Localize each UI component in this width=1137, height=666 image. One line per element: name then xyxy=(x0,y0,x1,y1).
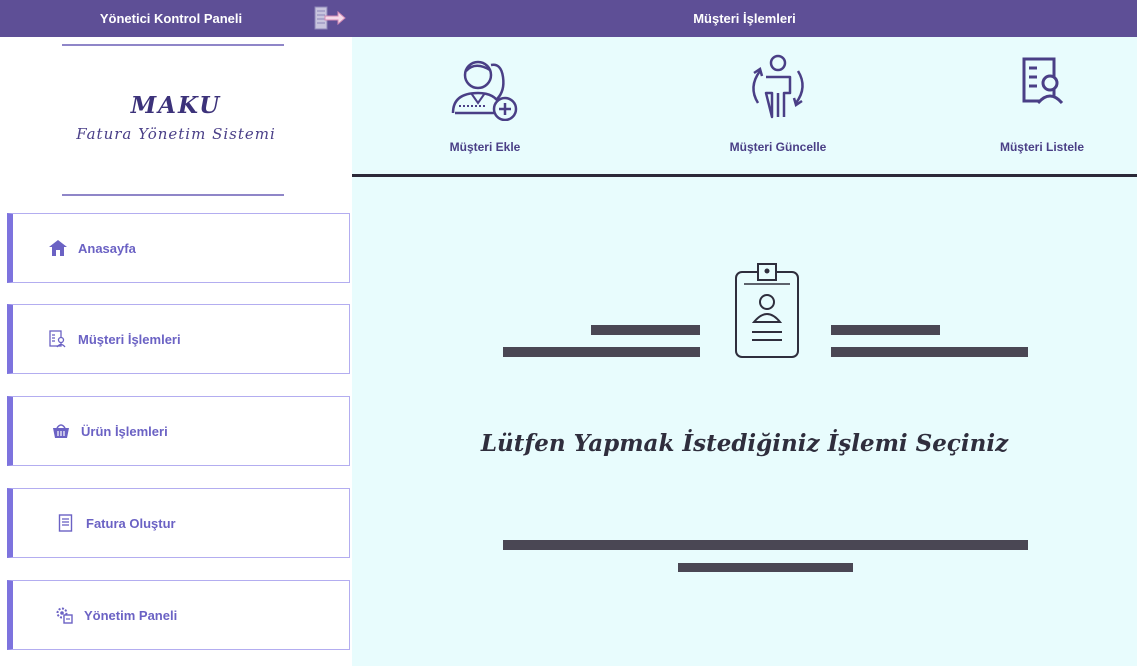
decor-line xyxy=(831,347,1028,357)
home-icon xyxy=(48,238,68,258)
sidebar-item-label: Müşteri İşlemleri xyxy=(78,331,181,347)
sidebar-item-label: Anasayfa xyxy=(78,240,136,256)
sidebar-item-urun-islemleri[interactable]: Ürün İşlemleri xyxy=(7,396,350,466)
decor-line xyxy=(503,540,1028,550)
sidebar-item-label: Ürün İşlemleri xyxy=(81,423,168,439)
decor-line xyxy=(503,347,700,357)
brand-subtitle: Fatura Yönetim Sistemi xyxy=(76,125,276,143)
list-customers-icon xyxy=(1002,51,1082,123)
decor-line xyxy=(831,325,940,335)
add-customer-icon xyxy=(445,51,525,123)
logout-button[interactable] xyxy=(312,3,348,33)
id-badge-icon xyxy=(734,262,800,367)
sidebar-item-fatura-olustur[interactable]: Fatura Oluştur xyxy=(7,488,350,558)
main-content: Müşteri Ekle Müşteri Güncelle Müşteri Li… xyxy=(352,37,1137,666)
divider-bottom xyxy=(62,194,284,196)
add-customer-button[interactable]: Müşteri Ekle xyxy=(420,37,550,174)
tool-label: Müşteri Ekle xyxy=(449,140,521,154)
top-bar: Yönetici Kontrol Paneli Müşteri İşlemler… xyxy=(0,0,1137,37)
sidebar-item-label: Fatura Oluştur xyxy=(86,515,176,531)
page-title: Müşteri İşlemleri xyxy=(693,11,796,26)
brand-logo: MAKU Fatura Yönetim Sistemi xyxy=(0,92,352,143)
logout-arrow-icon xyxy=(314,6,346,30)
sidebar-item-anasayfa[interactable]: Anasayfa xyxy=(7,213,350,283)
update-customer-button[interactable]: Müşteri Güncelle xyxy=(713,37,843,174)
tool-label: Müşteri Güncelle xyxy=(729,140,827,154)
update-customer-icon xyxy=(738,51,818,123)
settings-panel-icon xyxy=(54,605,74,625)
sidebar-item-musteri-islemleri[interactable]: Müşteri İşlemleri xyxy=(7,304,350,374)
basket-icon xyxy=(51,421,71,441)
toolbar: Müşteri Ekle Müşteri Güncelle Müşteri Li… xyxy=(352,37,1137,177)
brand-title: MAKU xyxy=(130,92,222,119)
sidebar-item-label: Yönetim Paneli xyxy=(84,607,178,623)
sidebar-header-title: Yönetici Kontrol Paneli xyxy=(99,11,243,26)
tool-label: Müşteri Listele xyxy=(999,140,1085,154)
customer-list-icon xyxy=(48,329,68,349)
decor-line xyxy=(678,563,853,572)
invoice-icon xyxy=(56,513,76,533)
divider-top xyxy=(62,44,284,46)
selection-prompt: Lütfen Yapmak İstediğiniz İşlemi Seçiniz xyxy=(480,430,1009,457)
list-customers-button[interactable]: Müşteri Listele xyxy=(977,37,1107,174)
sidebar-item-yonetim-paneli[interactable]: Yönetim Paneli xyxy=(7,580,350,650)
decor-line xyxy=(591,325,700,335)
